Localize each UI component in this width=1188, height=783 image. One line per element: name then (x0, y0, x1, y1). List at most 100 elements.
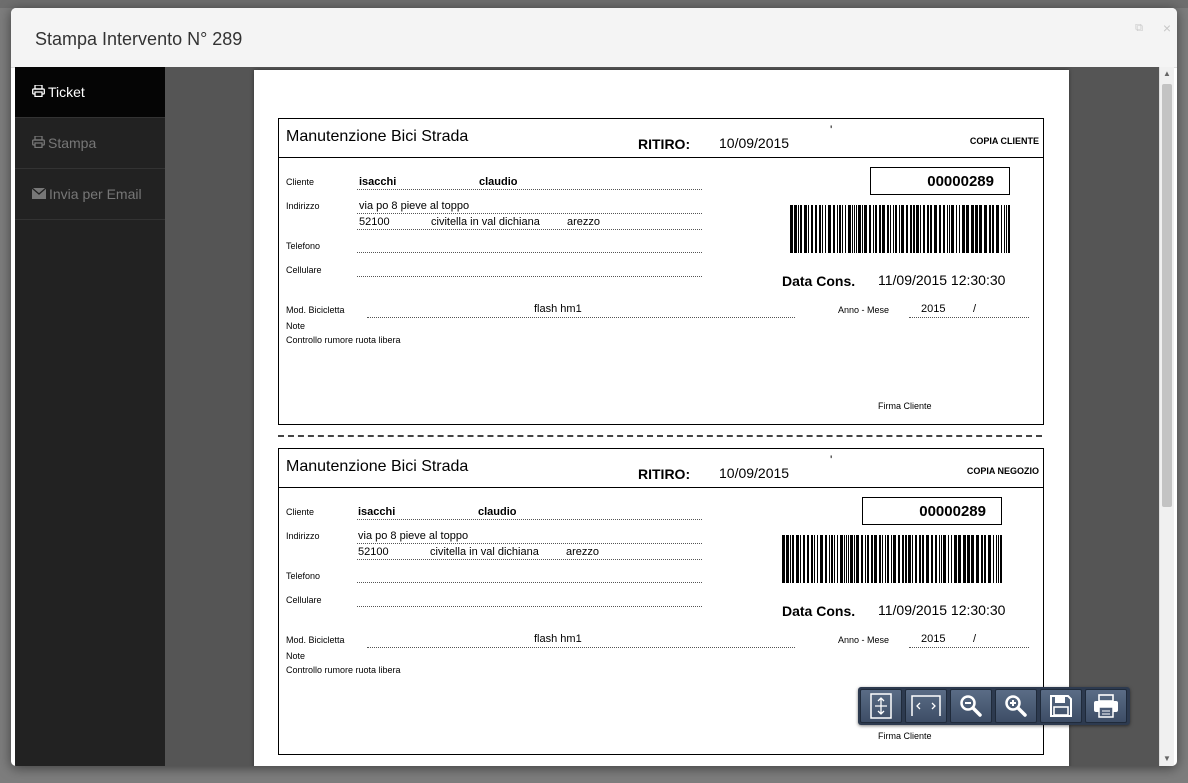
save-icon (1049, 694, 1073, 718)
barcode-bar (856, 535, 859, 583)
ticket-cliente: Manutenzione Bici Strada RITIRO: 10/09/2… (278, 118, 1044, 425)
cliente-cognome: isacchi (359, 176, 397, 188)
note-value: Controllo rumore ruota libera (286, 335, 401, 345)
barcode-bar (951, 535, 952, 583)
barcode-bar (966, 205, 969, 253)
scroll-down-icon[interactable]: ▼ (1160, 752, 1174, 766)
barcode-bar (979, 205, 982, 253)
zoom-out-button[interactable] (950, 689, 992, 723)
barcode-bar (839, 205, 841, 253)
fit-width-button[interactable] (905, 689, 947, 723)
mark: ' (830, 453, 833, 467)
barcode-bar (871, 535, 873, 583)
barcode-bar (867, 535, 869, 583)
barcode-bar (814, 535, 815, 583)
vertical-scrollbar[interactable]: ▲ ▼ (1159, 67, 1174, 766)
sidebar-item-email[interactable]: Invia per Email (15, 169, 165, 220)
barcode-bar (906, 205, 908, 253)
barcode-bar (840, 535, 843, 583)
barcode-bar (820, 535, 823, 583)
barcode-bar (910, 205, 912, 253)
barcode-bar (846, 535, 847, 583)
dotted-line (357, 189, 702, 190)
barcode-bar (958, 535, 961, 583)
barcode-bar (919, 535, 921, 583)
barcode-bar (996, 205, 999, 253)
dotted-line (909, 647, 1029, 648)
anno-label: Anno - Mese (838, 305, 890, 315)
sidebar-item-ticket[interactable]: Ticket (15, 67, 165, 118)
data-cons-label: Data Cons. (782, 603, 856, 619)
dotted-line (357, 559, 702, 560)
shop-name: Manutenzione Bici Strada (286, 128, 469, 145)
barcode-bar (996, 535, 997, 583)
barcode-bar (975, 205, 978, 253)
cellulare-label: Cellulare (286, 265, 322, 275)
barcode-bar (931, 535, 933, 583)
dotted-line (357, 543, 702, 544)
scrollbar-thumb[interactable] (1162, 84, 1172, 507)
barcode-bar (807, 535, 809, 583)
document-page: Manutenzione Bici Strada RITIRO: 10/09/2… (254, 70, 1069, 766)
barcode-bar (943, 535, 946, 583)
barcode-bar (782, 535, 785, 583)
barcode-bar (817, 535, 818, 583)
note-value: Controllo rumore ruota libera (286, 665, 401, 675)
barcode-bar (865, 535, 866, 583)
barcode (790, 205, 1011, 253)
sidebar-item-label: Stampa (48, 135, 97, 151)
barcode-bar (875, 205, 877, 253)
barcode-bar (947, 205, 948, 253)
barcode-bar (834, 535, 835, 583)
barcode-bar (844, 535, 845, 583)
barcode-bar (981, 535, 983, 583)
barcode-bar (941, 535, 942, 583)
save-button[interactable] (1040, 689, 1082, 723)
barcode-bar (800, 535, 801, 583)
barcode-bar (828, 205, 831, 253)
barcode-bar (1001, 205, 1002, 253)
print-button[interactable] (1085, 689, 1127, 723)
zoom-out-icon (959, 694, 983, 718)
barcode-bar (949, 205, 950, 253)
barcode-bar (882, 535, 883, 583)
zoom-in-button[interactable] (995, 689, 1037, 723)
dotted-line (357, 582, 702, 583)
pdf-viewer[interactable]: Manutenzione Bici Strada RITIRO: 10/09/2… (165, 67, 1160, 766)
barcode-bar (912, 535, 913, 583)
restore-icon[interactable]: ⧉ (1135, 22, 1143, 35)
cliente-cognome: isacchi (358, 506, 396, 518)
barcode-bar (879, 205, 881, 253)
note-label: Note (286, 321, 306, 331)
barcode-bar (796, 535, 799, 583)
sidebar-item-stampa[interactable]: Stampa (15, 118, 165, 169)
sidebar: Ticket Stampa Invia per Email (15, 67, 165, 766)
ticket-number: 00000289 (870, 167, 1010, 195)
print-icon (32, 135, 45, 151)
barcode-bar (899, 205, 900, 253)
mese-separator: / (973, 303, 977, 315)
barcode-bar (951, 205, 954, 253)
barcode-bar (798, 205, 799, 253)
printer-icon (1093, 694, 1119, 718)
barcode-bar (848, 535, 849, 583)
barcode-bar (948, 535, 949, 583)
anno-value: 2015 (921, 303, 946, 315)
provincia-value: arezzo (566, 546, 600, 558)
barcode-bar (848, 205, 851, 253)
fit-width-icon (911, 695, 941, 717)
shop-name: Manutenzione Bici Strada (286, 458, 469, 475)
dotted-line (357, 519, 702, 520)
barcode-bar (825, 205, 826, 253)
fit-page-button[interactable] (860, 689, 902, 723)
barcode-bar (895, 205, 897, 253)
cliente-nome: claudio (478, 506, 517, 518)
barcode-bar (989, 205, 991, 253)
cap-value: 52100 (358, 546, 389, 558)
close-icon[interactable]: × (1163, 20, 1171, 36)
barcode-bar (908, 535, 911, 583)
scroll-up-icon[interactable]: ▲ (1160, 67, 1174, 81)
anno-label: Anno - Mese (838, 635, 890, 645)
barcode-bar (800, 205, 802, 253)
barcode-bar (926, 535, 929, 583)
